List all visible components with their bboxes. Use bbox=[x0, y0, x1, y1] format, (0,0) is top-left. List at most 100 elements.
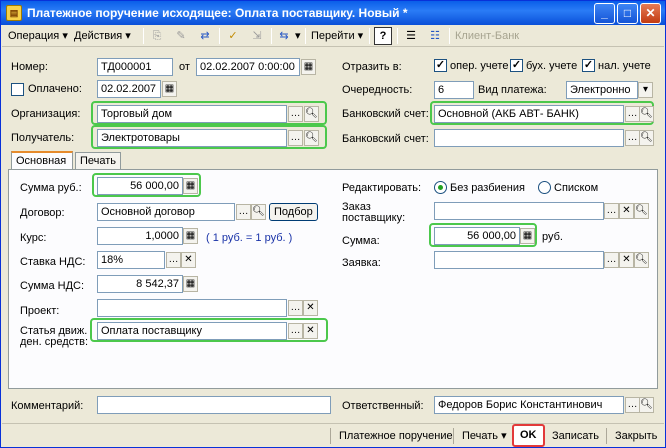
select-ellipsis-icon[interactable]: … bbox=[625, 397, 640, 413]
open-search-icon[interactable]: 🔍︎ bbox=[634, 252, 649, 268]
paid-date-field[interactable]: 02.02.2007 bbox=[97, 80, 161, 98]
select-ellipsis-icon[interactable]: … bbox=[288, 300, 303, 316]
open-search-icon[interactable]: 🔍︎ bbox=[634, 203, 649, 219]
movements-icon[interactable]: ⇆ bbox=[275, 27, 293, 45]
order-field[interactable] bbox=[434, 202, 604, 220]
number-field[interactable]: ТД000001 bbox=[97, 58, 173, 76]
select-ellipsis-icon[interactable]: … bbox=[604, 252, 619, 268]
goto-menu[interactable]: Перейти ▾ bbox=[311, 28, 363, 44]
bottom-bar: Платежное поручение Печать ▾ OK Записать… bbox=[2, 423, 664, 447]
organization-field[interactable]: Торговый дом bbox=[97, 105, 287, 123]
recipient-label: Получатель: bbox=[11, 132, 75, 144]
select-ellipsis-icon[interactable]: … bbox=[625, 106, 640, 122]
copy-icon[interactable]: ⎘ bbox=[148, 27, 166, 45]
calendar-icon[interactable]: ▦ bbox=[162, 81, 177, 97]
print-button[interactable]: Печать ▾ bbox=[457, 427, 512, 445]
from-label: от bbox=[179, 61, 190, 73]
priority-field[interactable]: 6 bbox=[434, 81, 474, 99]
select-ellipsis-icon[interactable]: … bbox=[288, 106, 303, 122]
select-ellipsis-icon[interactable]: … bbox=[236, 204, 251, 220]
toolbar: Операция ▾ Действия ▾ ⎘ ✎ ⇄ ✓ ⇲ ⇆ ▾ Пере… bbox=[2, 25, 664, 47]
reflect-oper-label: опер. учете bbox=[450, 60, 509, 72]
select-ellipsis-icon[interactable]: … bbox=[288, 323, 303, 339]
paytype-select[interactable]: Электронно bbox=[566, 81, 638, 99]
edit-list-label: Списком bbox=[554, 182, 599, 194]
open-search-icon[interactable]: 🔍︎ bbox=[639, 397, 654, 413]
vat-rate-field[interactable]: 18% bbox=[97, 251, 165, 269]
toolbar-separator bbox=[219, 28, 220, 44]
open-search-icon[interactable]: 🔍︎ bbox=[304, 130, 319, 146]
sum-field[interactable]: 56 000,00 bbox=[97, 177, 183, 195]
open-search-icon[interactable]: 🔍︎ bbox=[639, 106, 654, 122]
clear-icon[interactable]: ✕ bbox=[619, 252, 634, 268]
open-search-icon[interactable]: 🔍︎ bbox=[304, 106, 319, 122]
reflect-oper-checkbox[interactable]: ✓ bbox=[434, 59, 447, 72]
payment-order-button[interactable]: Платежное поручение bbox=[334, 427, 458, 445]
responsible-field[interactable]: Федоров Борис Константинович bbox=[434, 396, 624, 414]
minimize-button[interactable]: _ bbox=[594, 3, 615, 24]
edit-list-radio[interactable] bbox=[538, 181, 551, 194]
cashflow-label-2: ден. средств: bbox=[20, 336, 89, 348]
clear-icon[interactable]: ✕ bbox=[303, 323, 318, 339]
sum2-field[interactable]: 56 000,00 bbox=[434, 227, 520, 245]
recipient-field[interactable]: Электротовары bbox=[97, 129, 287, 147]
structure-icon[interactable]: ☰ bbox=[402, 27, 420, 45]
post-document-icon[interactable]: ✓ bbox=[224, 27, 242, 45]
cashflow-field[interactable]: Оплата поставщику bbox=[97, 322, 287, 340]
rate-field[interactable]: 1,0000 bbox=[97, 227, 183, 245]
open-search-icon[interactable]: 🔍︎ bbox=[251, 204, 266, 220]
tab-main[interactable]: Основная bbox=[11, 151, 73, 171]
operation-menu[interactable]: Операция ▾ bbox=[8, 28, 68, 44]
paid-checkbox[interactable] bbox=[11, 83, 24, 96]
calculator-icon[interactable]: ▦ bbox=[520, 228, 535, 244]
vat-sum-field[interactable]: 8 542,37 bbox=[97, 275, 183, 293]
close-window-button[interactable]: ✕ bbox=[640, 3, 661, 24]
refresh-icon[interactable]: ⇄ bbox=[196, 27, 214, 45]
contract-field[interactable]: Основной договор bbox=[97, 203, 235, 221]
help-icon[interactable]: ? bbox=[374, 27, 392, 45]
reflect-nal-checkbox[interactable]: ✓ bbox=[582, 59, 595, 72]
calendar-icon[interactable]: ▦ bbox=[301, 59, 316, 75]
unpost-document-icon[interactable]: ⇲ bbox=[248, 27, 266, 45]
select-ellipsis-icon[interactable]: … bbox=[625, 130, 640, 146]
toolbar-separator bbox=[449, 28, 450, 44]
chevron-down-icon[interactable]: ▾ bbox=[638, 82, 653, 98]
select-ellipsis-icon[interactable]: … bbox=[288, 130, 303, 146]
vat-sum-label: Сумма НДС: bbox=[20, 280, 85, 292]
paid-label: Оплачено: bbox=[28, 83, 82, 95]
date-field[interactable]: 02.02.2007 0:00:00 bbox=[196, 58, 300, 76]
client-bank-button[interactable]: Клиент-Банк bbox=[455, 28, 519, 44]
edit-icon[interactable]: ✎ bbox=[172, 27, 190, 45]
clear-icon[interactable]: ✕ bbox=[303, 300, 318, 316]
request-field[interactable] bbox=[434, 251, 604, 269]
tab-print[interactable]: Печать bbox=[75, 152, 121, 170]
clear-icon[interactable]: ✕ bbox=[181, 252, 196, 268]
select-ellipsis-icon[interactable]: … bbox=[166, 252, 181, 268]
print-settings-icon[interactable]: ☷ bbox=[426, 27, 444, 45]
open-search-icon[interactable]: 🔍︎ bbox=[639, 130, 654, 146]
toolbar-separator bbox=[305, 28, 306, 44]
bottom-separator bbox=[330, 428, 331, 444]
maximize-button[interactable]: □ bbox=[617, 3, 638, 24]
reflect-buh-checkbox[interactable]: ✓ bbox=[510, 59, 523, 72]
priority-label: Очередность: bbox=[342, 84, 413, 96]
edit-no-split-radio[interactable] bbox=[434, 181, 447, 194]
document-icon: ▤ bbox=[6, 5, 22, 21]
contract-label: Договор: bbox=[20, 207, 65, 219]
clear-icon[interactable]: ✕ bbox=[619, 203, 634, 219]
calculator-icon[interactable]: ▦ bbox=[183, 178, 198, 194]
close-button[interactable]: Закрыть bbox=[610, 427, 662, 445]
bank-account-field[interactable]: Основной (АКБ АВТ- БАНК) bbox=[434, 105, 624, 123]
movements-dropdown[interactable]: ▾ bbox=[295, 28, 301, 44]
calculator-icon[interactable]: ▦ bbox=[183, 228, 198, 244]
comment-field[interactable] bbox=[97, 396, 331, 414]
write-button[interactable]: Записать bbox=[547, 427, 604, 445]
select-ellipsis-icon[interactable]: … bbox=[604, 203, 619, 219]
actions-menu[interactable]: Действия ▾ bbox=[74, 28, 131, 44]
calculator-icon[interactable]: ▦ bbox=[183, 276, 198, 292]
bank-account2-field[interactable] bbox=[434, 129, 624, 147]
project-field[interactable] bbox=[97, 299, 287, 317]
window-title: Платежное поручение исходящее: Оплата по… bbox=[27, 6, 408, 20]
select-button[interactable]: Подбор bbox=[269, 203, 318, 221]
ok-button[interactable]: OK bbox=[512, 424, 545, 447]
